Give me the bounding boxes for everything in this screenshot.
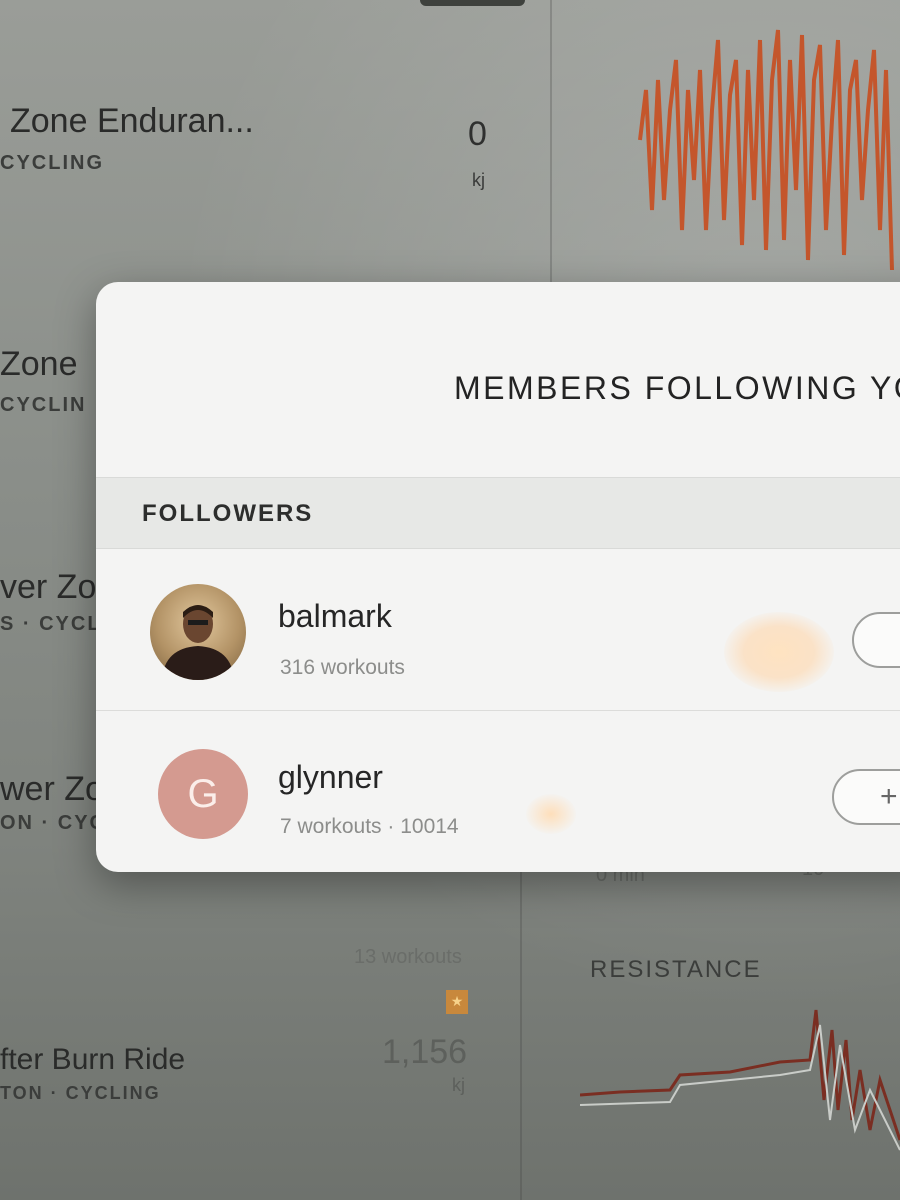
bg-class-output: 0 <box>468 115 487 153</box>
bg-class-title: Zone Enduran... <box>10 102 254 140</box>
bg-class-subtitle: S · CYCLI <box>0 613 110 635</box>
star-badge-icon: ★ <box>446 990 468 1014</box>
bg-class-subtitle: CYCLIN <box>0 394 87 416</box>
section-label: FOLLOWERS <box>142 500 314 527</box>
output-chart <box>638 29 894 271</box>
follower-workouts: 316 workouts <box>280 656 405 679</box>
avatar[interactable]: G <box>158 749 248 839</box>
followers-section-header: FOLLOWERS <box>96 477 900 549</box>
modal-title: MEMBERS FOLLOWING YO <box>454 370 900 406</box>
bg-class-title: Zone <box>0 345 78 383</box>
follower-username[interactable]: balmark <box>278 598 392 635</box>
follow-button[interactable] <box>852 612 900 668</box>
follower-row[interactable]: G glynner 7 workouts · 10014 + <box>96 710 900 871</box>
bg-workouts-count: 13 workouts <box>354 946 462 968</box>
top-bar-edge <box>420 0 525 6</box>
screen-glare <box>724 612 834 692</box>
bg-class-title: fter Burn Ride <box>0 1043 186 1076</box>
resistance-chart <box>580 1009 900 1151</box>
follower-workouts: 7 workouts · 10014 <box>280 815 459 838</box>
bg-class-unit: kj <box>452 1075 465 1095</box>
follow-button[interactable]: + <box>832 769 900 825</box>
background-divider <box>550 0 552 300</box>
followers-modal: MEMBERS FOLLOWING YO FOLLOWERS balmark 3… <box>96 282 900 872</box>
bg-class-unit: kj <box>472 170 485 190</box>
user-photo-icon <box>162 605 234 680</box>
bg-class-title: ver Zor <box>0 568 108 606</box>
avatar[interactable] <box>150 584 246 680</box>
background-divider <box>520 860 522 1200</box>
bg-class-subtitle: CYCLING <box>0 152 104 174</box>
bg-class-subtitle: TON · CYCLING <box>0 1083 161 1103</box>
follower-username[interactable]: glynner <box>278 759 383 796</box>
bg-class-output: 1,156 <box>382 1033 468 1071</box>
resistance-label: RESISTANCE <box>590 956 762 983</box>
screen-glare <box>526 794 576 834</box>
